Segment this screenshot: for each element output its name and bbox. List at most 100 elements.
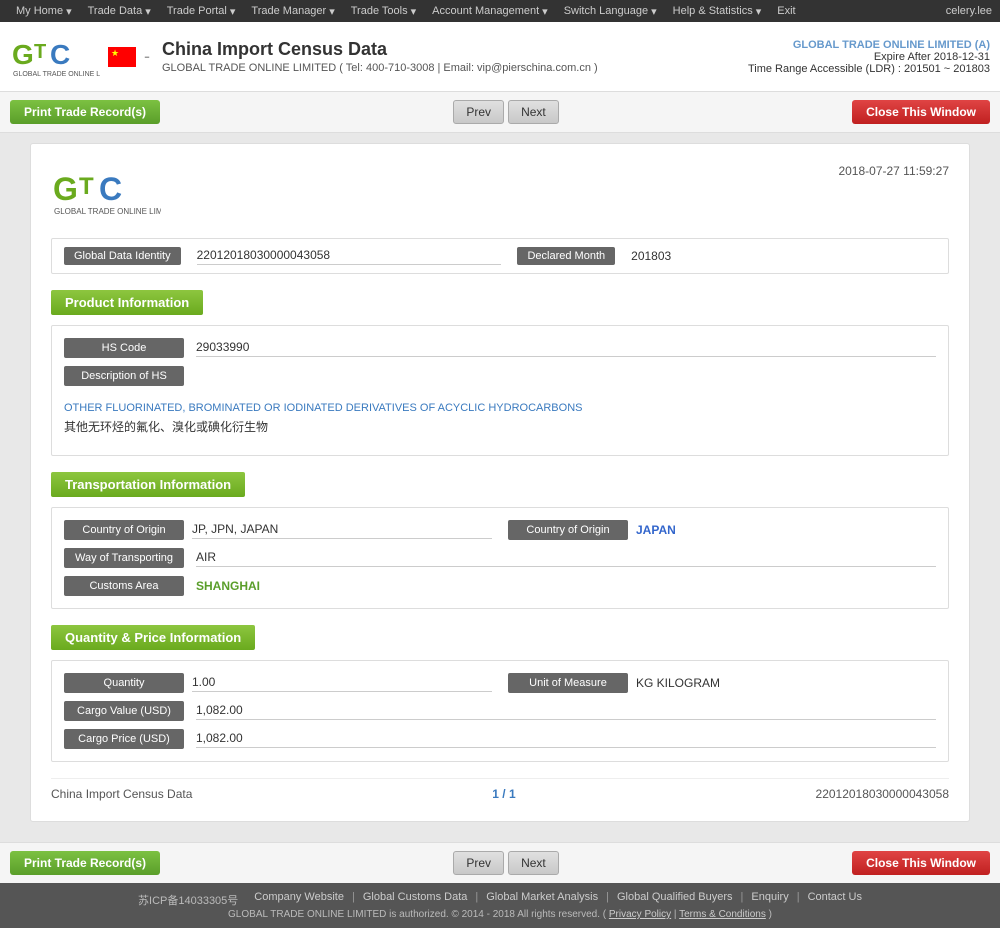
transport-section-content: Country of Origin JP, JPN, JAPAN Country… [51,507,949,609]
header-title-area: China Import Census Data GLOBAL TRADE ON… [162,39,598,74]
quantity-label: Quantity [64,673,184,693]
customs-area-value: SHANGHAI [196,579,936,593]
page-footer: 苏ICP备14033305号 Company Website | Global … [0,883,1000,928]
customs-area-label: Customs Area [64,576,184,596]
country-origin-col2: Country of Origin JAPAN [508,520,936,540]
hs-code-row: HS Code 29033990 [64,338,936,358]
toolbar-center: Prev Next [453,100,558,124]
main-content: G T C GLOBAL TRADE ONLINE LIMITED 2018-0… [0,133,1000,842]
desc-zh: 其他无环烃的氟化、溴化或碘化衍生物 [64,418,936,435]
country-origin-col1: Country of Origin JP, JPN, JAPAN [64,520,492,540]
nav-trade-portal[interactable]: Trade Portal ▾ [159,2,244,21]
quantity-section: Quantity & Price Information Quantity 1.… [51,625,949,762]
card-footer-center: 1 / 1 [492,787,515,801]
card-footer-left: China Import Census Data [51,787,192,801]
footer-global-market[interactable]: Global Market Analysis [486,891,598,903]
country-origin-label2: Country of Origin [508,520,628,540]
toolbar-left: Print Trade Record(s) [10,100,160,124]
record-card: G T C GLOBAL TRADE ONLINE LIMITED 2018-0… [30,143,970,822]
card-footer-right: 22012018030000043058 [816,787,949,801]
svg-text:C: C [50,39,70,70]
declared-month-value: 201803 [631,249,936,263]
top-toolbar: Print Trade Record(s) Prev Next Close Th… [0,92,1000,133]
footer-privacy[interactable]: Privacy Policy [609,909,671,920]
svg-text:GLOBAL TRADE ONLINE LIMITED: GLOBAL TRADE ONLINE LIMITED [54,207,161,216]
unit-of-measure-label: Unit of Measure [508,673,628,693]
identity-row: Global Data Identity 2201201803000004305… [51,238,949,274]
nav-items: My Home ▾ Trade Data ▾ Trade Portal ▾ Tr… [8,2,804,21]
toolbar-right: Close This Window [852,100,990,124]
country-origin-value2: JAPAN [636,523,936,537]
footer-bottom: GLOBAL TRADE ONLINE LIMITED is authorize… [20,909,980,920]
print-button[interactable]: Print Trade Record(s) [10,100,160,124]
quantity-unit-row: Quantity 1.00 Unit of Measure KG KILOGRA… [64,673,936,693]
svg-text:G: G [12,39,34,70]
way-of-transporting-value: AIR [196,550,936,567]
footer-conditions[interactable]: Terms & Conditions [679,909,766,920]
page-title: China Import Census Data [162,39,598,60]
unit-of-measure-value: KG KILOGRAM [636,676,936,690]
transport-section: Transportation Information Country of Or… [51,472,949,609]
cargo-price-label: Cargo Price (USD) [64,729,184,749]
bottom-print-button[interactable]: Print Trade Record(s) [10,851,160,875]
expire-info: Expire After 2018-12-31 [748,51,990,63]
country-of-origin-row: Country of Origin JP, JPN, JAPAN Country… [64,520,936,540]
hs-code-value: 29033990 [196,340,936,357]
card-logo: G T C GLOBAL TRADE ONLINE LIMITED [51,164,161,222]
svg-text:T: T [34,41,46,63]
nav-switch-language[interactable]: Switch Language ▾ [556,2,665,21]
nav-my-home[interactable]: My Home ▾ [8,2,80,21]
bottom-next-button[interactable]: Next [508,851,559,875]
cargo-price-row: Cargo Price (USD) 1,082.00 [64,729,936,749]
header-right: GLOBAL TRADE ONLINE LIMITED (A) Expire A… [748,39,990,75]
desc-en: OTHER FLUORINATED, BROMINATED OR IODINAT… [64,402,936,414]
footer-contact-us[interactable]: Contact Us [808,891,862,903]
nav-help-statistics[interactable]: Help & Statistics ▾ [665,2,770,21]
card-header: G T C GLOBAL TRADE ONLINE LIMITED 2018-0… [51,164,949,222]
quantity-col: Quantity 1.00 [64,673,492,693]
description-content: OTHER FLUORINATED, BROMINATED OR IODINAT… [64,394,936,443]
nav-trade-manager[interactable]: Trade Manager ▾ [243,2,342,21]
global-data-identity-value: 22012018030000043058 [197,248,502,265]
nav-trade-data[interactable]: Trade Data ▾ [80,2,159,21]
bottom-toolbar: Print Trade Record(s) Prev Next Close Th… [0,842,1000,883]
company-logo: G T C GLOBAL TRADE ONLINE LIMITED [10,29,100,84]
bottom-toolbar-center: Prev Next [453,851,558,875]
card-datetime: 2018-07-27 11:59:27 [838,164,949,178]
quantity-value: 1.00 [192,675,492,692]
unit-col: Unit of Measure KG KILOGRAM [508,673,936,693]
next-button[interactable]: Next [508,100,559,124]
footer-global-customs[interactable]: Global Customs Data [363,891,468,903]
product-section-content: HS Code 29033990 Description of HS OTHER… [51,325,949,456]
desc-hs-row: Description of HS [64,366,936,386]
footer-global-buyers[interactable]: Global Qualified Buyers [617,891,733,903]
icp-code: 苏ICP备14033305号 [138,892,238,908]
nav-account-management[interactable]: Account Management ▾ [424,2,556,21]
nav-trade-tools[interactable]: Trade Tools ▾ [343,2,424,21]
flag-area: - [108,46,154,67]
header-subtitle: GLOBAL TRADE ONLINE LIMITED ( Tel: 400-7… [162,62,598,74]
svg-text:T: T [79,173,94,200]
top-navigation: My Home ▾ Trade Data ▾ Trade Portal ▾ Tr… [0,0,1000,22]
footer-links-row: 苏ICP备14033305号 Company Website | Global … [20,891,980,909]
hs-code-label: HS Code [64,338,184,358]
bottom-close-button[interactable]: Close This Window [852,851,990,875]
close-button[interactable]: Close This Window [852,100,990,124]
country-origin-value1: JP, JPN, JAPAN [192,522,492,539]
company-link[interactable]: GLOBAL TRADE ONLINE LIMITED (A) [793,39,990,51]
bottom-prev-button[interactable]: Prev [453,851,504,875]
way-of-transporting-label: Way of Transporting [64,548,184,568]
global-data-identity-label: Global Data Identity [64,247,181,265]
way-of-transporting-row: Way of Transporting AIR [64,548,936,568]
nav-exit[interactable]: Exit [769,2,803,21]
footer-enquiry[interactable]: Enquiry [751,891,788,903]
footer-company-website[interactable]: Company Website [254,891,344,903]
desc-hs-label: Description of HS [64,366,184,386]
bottom-toolbar-right: Close This Window [852,851,990,875]
product-section-header: Product Information [51,290,203,315]
quantity-section-header: Quantity & Price Information [51,625,255,650]
quantity-section-content: Quantity 1.00 Unit of Measure KG KILOGRA… [51,660,949,762]
header-bar: G T C GLOBAL TRADE ONLINE LIMITED - Chin… [0,22,1000,92]
prev-button[interactable]: Prev [453,100,504,124]
svg-text:C: C [99,171,122,207]
